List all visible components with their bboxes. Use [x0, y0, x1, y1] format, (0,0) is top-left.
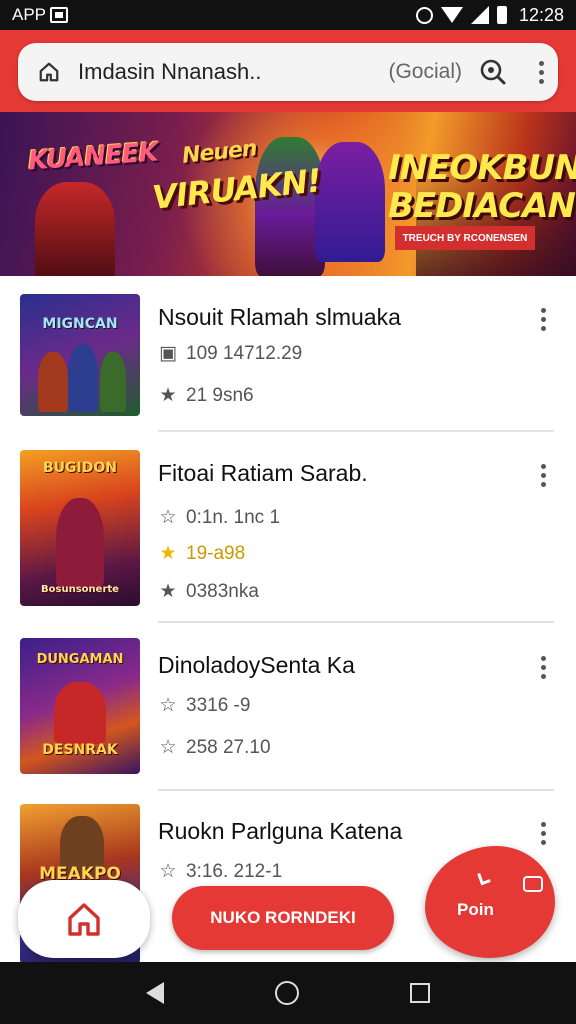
- thumb-title: DUNGAMAN: [36, 652, 124, 667]
- points-label: Poin: [457, 900, 494, 919]
- game-title[interactable]: Nsouit Rlamah slmuaka: [158, 304, 401, 331]
- thumb-figure: [68, 344, 98, 412]
- thumb-figure: [38, 352, 68, 412]
- star-icon: ★: [159, 581, 177, 602]
- list-item[interactable]: BUGIDON Bosunsonerte Fitoai Ratiam Sarab…: [0, 432, 576, 623]
- game-thumbnail[interactable]: DUNGAMAN DESNRAK: [20, 638, 140, 774]
- app-header: Imdasin Nnanash.. (Gocial): [0, 30, 576, 112]
- list-item[interactable]: MIGNCAN Nsouit Rlamah slmuaka ▣ 109 1471…: [0, 276, 576, 432]
- banner-left-title: KUANEEK: [27, 137, 159, 177]
- search-scope[interactable]: (Gocial): [388, 60, 462, 84]
- home-circle-icon[interactable]: [274, 981, 299, 1005]
- search-bar[interactable]: Imdasin Nnanash.. (Gocial): [18, 43, 558, 101]
- meta-text: 3:16. 212-1: [186, 860, 283, 882]
- alarm-icon: [415, 6, 433, 24]
- meta-text: 19-a98: [186, 542, 246, 564]
- game-meta-rating: ★ 19-a98: [158, 542, 245, 565]
- game-meta-rating: ★ 21 9sn6: [158, 384, 254, 407]
- list-item[interactable]: DUNGAMAN DESNRAK DinoladoySenta Ka ☆ 331…: [0, 622, 576, 791]
- game-title[interactable]: DinoladoySenta Ka: [158, 652, 355, 679]
- chat-icon: [523, 876, 543, 892]
- game-meta: ☆ 258 27.10: [158, 736, 271, 759]
- meta-text: 258 27.10: [186, 736, 271, 758]
- game-meta-downloads: ▣ 109 14712.29: [158, 342, 302, 365]
- thumb-title: BUGIDON: [43, 460, 117, 476]
- game-meta: ☆ 3316 -9: [158, 694, 250, 717]
- star-outline-icon: ☆: [159, 507, 177, 528]
- status-app-label: APP: [12, 5, 47, 24]
- game-thumbnail[interactable]: MIGNCAN: [20, 294, 140, 416]
- system-nav-bar: [0, 962, 576, 1024]
- game-meta: ★ 0383nka: [158, 580, 259, 603]
- star-outline-icon: ☆: [159, 695, 177, 716]
- banner-right-title-1: INEOKBUN: [388, 148, 576, 188]
- banner-right-title-2: BEDIACAN: [388, 186, 576, 226]
- banner-hero-right: [315, 142, 385, 262]
- featured-banner[interactable]: KUANEEK Neuen VIRUAKN! INEOKBUN BEDIACAN…: [0, 112, 576, 276]
- status-right: 12:28: [415, 4, 564, 26]
- signal-icon: [470, 6, 489, 24]
- home-button[interactable]: [18, 880, 150, 958]
- status-left: APP: [12, 5, 69, 25]
- banner-hero-left: [35, 182, 115, 276]
- star-gold-icon: ★: [159, 543, 177, 564]
- meta-text: 0:1n. 1nc 1: [186, 506, 281, 528]
- thumb-figure: [54, 682, 106, 744]
- game-meta: ☆ 0:1n. 1nc 1: [158, 506, 280, 529]
- game-title[interactable]: Ruokn Parlguna Katena: [158, 818, 402, 845]
- home-icon: [68, 903, 100, 936]
- recents-icon[interactable]: [410, 983, 431, 1003]
- check-icon: [477, 870, 491, 886]
- screenshot-icon: [50, 7, 69, 23]
- home-icon[interactable]: [38, 61, 60, 83]
- wifi-icon: [440, 7, 463, 23]
- thumb-subtitle: DESNRAK: [42, 742, 118, 758]
- back-icon[interactable]: [145, 982, 164, 1004]
- meta-text: 109 14712.29: [186, 342, 303, 364]
- meta-text: 0383nka: [186, 580, 259, 602]
- thumb-figure: [100, 352, 126, 412]
- meta-text: 3316 -9: [186, 694, 251, 716]
- game-thumbnail[interactable]: BUGIDON Bosunsonerte: [20, 450, 140, 606]
- game-title[interactable]: Fitoai Ratiam Sarab.: [158, 460, 368, 487]
- star-icon: ★: [159, 385, 177, 406]
- more-vert-icon[interactable]: [541, 822, 546, 845]
- status-time: 12:28: [518, 4, 564, 25]
- more-vert-icon[interactable]: [538, 60, 544, 84]
- more-vert-icon[interactable]: [541, 308, 546, 331]
- main-action-button[interactable]: NUKO RORNDEKI: [172, 886, 394, 950]
- game-meta: ☆ 3:16. 212-1: [158, 860, 282, 883]
- star-outline-icon: ☆: [159, 861, 177, 882]
- thumb-title: MIGNCAN: [42, 316, 118, 332]
- lens-icon[interactable]: [478, 57, 508, 87]
- thumb-subtitle: Bosunsonerte: [41, 584, 119, 595]
- more-vert-icon[interactable]: [541, 656, 546, 679]
- meta-text: 21 9sn6: [186, 384, 254, 406]
- search-input[interactable]: Imdasin Nnanash..: [78, 59, 388, 85]
- more-vert-icon[interactable]: [541, 464, 546, 487]
- battery-icon: [496, 6, 507, 24]
- status-bar: APP 12:28: [0, 0, 576, 30]
- star-outline-icon: ☆: [159, 737, 177, 758]
- download-icon: ▣: [159, 343, 177, 364]
- thumb-figure: [56, 498, 104, 588]
- banner-tag: TREUCH BY RCONENSEN: [395, 226, 535, 250]
